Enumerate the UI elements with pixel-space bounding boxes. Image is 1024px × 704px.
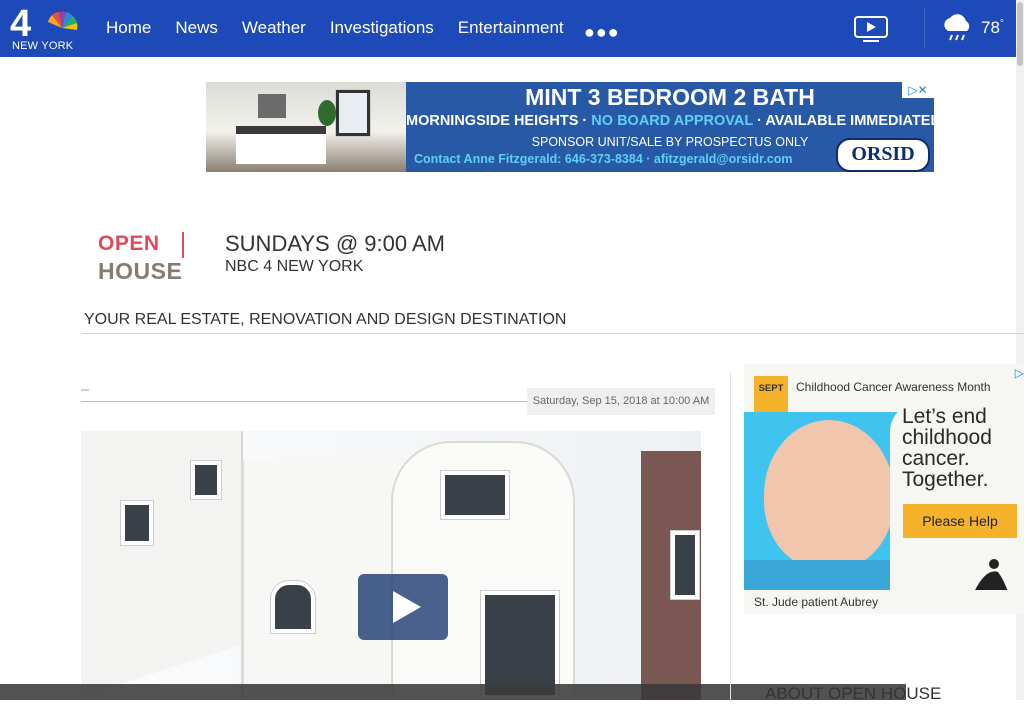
show-tagline: YOUR REAL ESTATE, RENOVATION AND DESIGN … [84,311,567,328]
show-time: SUNDAYS @ 9:00 AM [225,231,445,256]
window [441,471,509,519]
show-station: NBC 4 NEW YORK [225,258,364,275]
logo-accent-bar [182,232,184,258]
svg-text:4: 4 [10,4,31,45]
nav-weather[interactable]: Weather [242,18,306,38]
more-menu-button[interactable]: ●●● [584,22,620,43]
main-nav: Home News Weather Investigations Enterta… [106,18,564,38]
header-divider [82,333,1024,334]
tv-play-icon [854,16,888,42]
ad-subtitle: MORNINGSIDE HEIGHTS · NO BOARD APPROVAL … [406,113,934,129]
nav-investigations[interactable]: Investigations [330,18,434,38]
ad-contact: Contact Anne Fitzgerald: 646-373-8384 · … [414,152,793,166]
ad-choices-icon[interactable]: ▷ [1015,366,1024,380]
article-marker [81,389,89,391]
please-help-button[interactable]: Please Help [903,504,1017,538]
st-jude-ad[interactable]: SEPT Childhood Cancer Awareness Month ▷ … [744,364,1024,614]
ad-subtitle-part: · AVAILABLE IMMEDIATELY [752,113,934,129]
ellipsis-icon: ●●● [584,22,620,42]
scrollbar-thumb[interactable] [1017,2,1023,66]
ad-caption: St. Jude patient Aubrey [744,590,1024,614]
ad-highlight: NO BOARD APPROVAL [591,113,753,129]
weather-button[interactable] [940,13,974,45]
temperature-unit: ° [999,18,1004,30]
article-date: Saturday, Sep 15, 2018 at 10:00 AM [527,388,715,415]
window [191,461,221,499]
awareness-month-text: Childhood Cancer Awareness Month [796,380,991,394]
article-rule [81,401,531,402]
window [671,531,699,599]
nav-entertainment[interactable]: Entertainment [458,18,564,38]
temperature-value: 78 [981,18,1000,37]
nav-divider [924,8,925,48]
temperature-readout[interactable]: 78° [981,18,1004,38]
ad-headline: Let’s end childhood cancer. Together. [902,405,992,491]
logo-city-label: NEW YORK [12,40,74,52]
ad-choices-icon[interactable]: ▷✕ [902,82,934,98]
orsid-logo: ORSID [836,138,930,172]
ad-title: MINT 3 BEDROOM 2 BATH [525,84,815,110]
rain-cloud-icon [944,14,970,41]
ad-subtitle-part: MORNINGSIDE HEIGHTS · [406,113,592,129]
nav-news[interactable]: News [175,18,218,38]
sidebar-divider [730,372,731,700]
play-button[interactable] [358,574,448,640]
nav-home[interactable]: Home [106,18,151,38]
st-jude-logo-icon [974,559,1008,592]
logo-open-text: OPEN [98,232,160,255]
top-nav-bar: 4 NEW YORK Home News Weather Investigati… [0,0,1016,57]
about-section-heading: ABOUT OPEN HOUSE [765,684,942,703]
window [271,581,315,633]
logo-house-text: HOUSE [98,258,183,284]
patient-photo [764,420,894,570]
window [481,591,559,699]
video-player[interactable] [81,431,701,700]
open-house-logo[interactable]: OPEN HOUSE [98,232,186,288]
leaderboard-ad[interactable]: MINT 3 BEDROOM 2 BATH MORNINGSIDE HEIGHT… [206,82,934,172]
bedroom-photo [206,82,406,172]
sept-badge: SEPT [754,376,788,412]
watch-live-button[interactable] [853,15,889,43]
window [121,501,153,545]
